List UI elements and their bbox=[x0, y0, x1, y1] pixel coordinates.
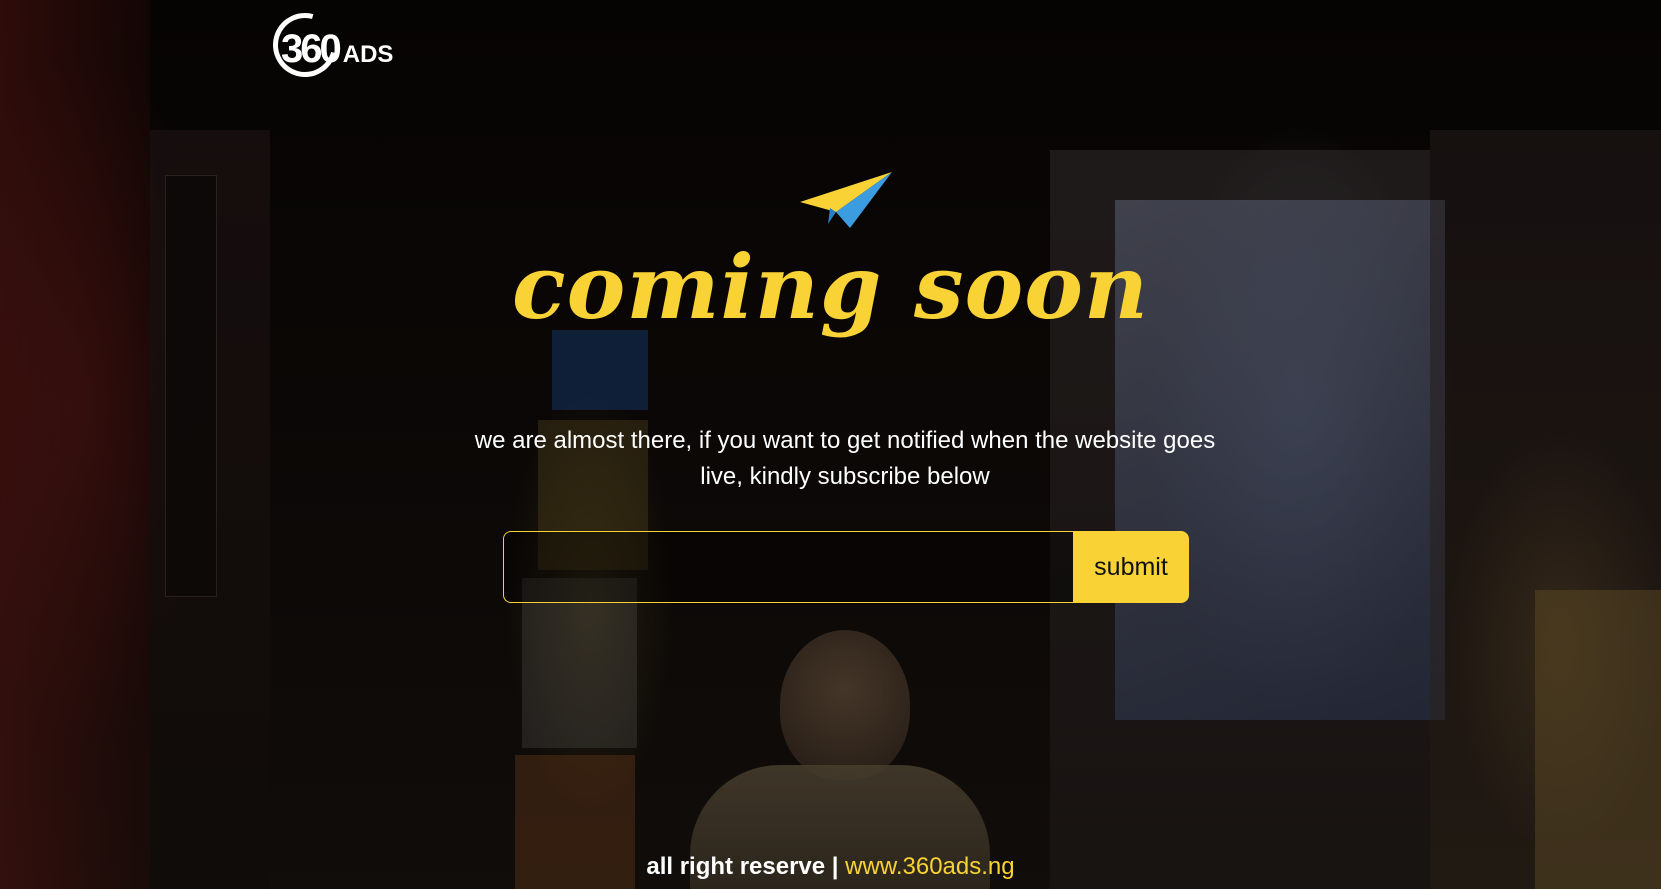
background-billboard bbox=[1535, 590, 1661, 889]
background-building-left bbox=[0, 0, 150, 889]
footer-link[interactable]: www.360ads.ng bbox=[845, 853, 1014, 880]
subscribe-form: submit bbox=[503, 531, 1189, 603]
email-input[interactable] bbox=[503, 531, 1073, 603]
footer: all right reserve | www.360ads.ng bbox=[0, 852, 1661, 882]
subscribe-description: we are almost there, if you want to get … bbox=[474, 427, 1216, 490]
logo-number: 360 bbox=[281, 27, 342, 71]
coming-soon-page: 360 ADS coming soon we are almost there,… bbox=[0, 0, 1661, 889]
paper-plane-icon bbox=[800, 172, 892, 228]
background-billboard bbox=[522, 578, 637, 748]
background-billboard bbox=[552, 330, 648, 410]
background-person-head bbox=[780, 630, 910, 780]
footer-text: all right reserve | bbox=[646, 853, 846, 880]
submit-button[interactable]: submit bbox=[1073, 531, 1189, 603]
page-title: coming soon bbox=[512, 235, 1149, 339]
site-logo[interactable]: 360 ADS bbox=[261, 1, 393, 89]
logo-word: ADS bbox=[342, 41, 394, 68]
logo-text: 360 ADS bbox=[273, 27, 393, 72]
